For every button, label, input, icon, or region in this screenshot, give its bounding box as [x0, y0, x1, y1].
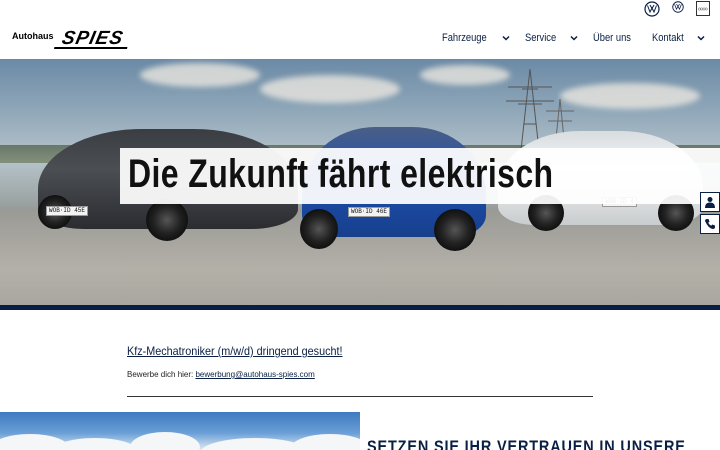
cloud	[260, 75, 400, 103]
logo-big-text: SPIES	[53, 28, 131, 49]
cloud	[50, 438, 140, 450]
section-image	[0, 412, 360, 450]
nav-label: Fahrzeuge	[441, 32, 487, 44]
audi-logo[interactable]	[696, 1, 710, 16]
cloud	[140, 63, 260, 87]
apply-text: Bewerbe dich hier: bewerbung@autohaus-sp…	[127, 370, 315, 379]
chevron-down-icon	[570, 35, 578, 41]
cloud	[420, 65, 510, 85]
nav-label: Kontakt	[651, 32, 684, 44]
site-header: Autohaus SPIES Fahrzeuge Service Über un…	[0, 0, 720, 59]
nav-item-fahrzeuge[interactable]: Fahrzeuge	[442, 32, 512, 44]
cloud	[290, 434, 360, 450]
side-actions	[700, 192, 720, 234]
cloud	[130, 432, 200, 450]
apply-prefix: Bewerbe dich hier:	[127, 370, 196, 379]
brand-logos	[644, 1, 710, 18]
audi-icon	[696, 1, 710, 16]
headline-box: Die Zukunft fährt elektrisch	[120, 148, 720, 204]
cloud	[560, 83, 700, 109]
job-posting-link[interactable]: Kfz-Mechatroniker (m/w/d) dringend gesuc…	[127, 344, 342, 358]
main-nav: Fahrzeuge Service Über uns Kontakt	[442, 32, 706, 44]
vw-logo[interactable]	[644, 1, 660, 17]
vw-icon	[644, 1, 660, 17]
nav-item-kontakt[interactable]: Kontakt	[652, 32, 706, 44]
license-plate: WOB·ID 46E	[348, 207, 391, 217]
phone-button[interactable]	[700, 214, 720, 234]
hero-headline: Die Zukunft fährt elektrisch	[128, 152, 554, 196]
nav-item-service[interactable]: Service	[525, 32, 579, 44]
phone-icon	[705, 219, 715, 229]
nav-label: Über uns	[593, 32, 631, 44]
apply-email-link[interactable]: bewerbung@autohaus-spies.com	[195, 370, 314, 379]
vw-nutzfahrzeuge-icon	[672, 1, 684, 13]
section-heading: SETZEN SIE IHR VERTRAUEN IN UNSERE	[367, 437, 686, 450]
person-icon	[705, 197, 715, 208]
chevron-down-icon	[502, 35, 510, 41]
contact-person-button[interactable]	[700, 192, 720, 212]
hero-bottom-stripe	[0, 305, 720, 310]
logo-small-text: Autohaus	[12, 31, 54, 41]
vw-nutzfahrzeuge-logo[interactable]	[672, 1, 684, 18]
nav-item-ueber-uns[interactable]: Über uns	[593, 32, 638, 44]
autohaus-spies-logo[interactable]: Autohaus SPIES	[12, 28, 131, 49]
license-plate: WOB·ID 45E	[46, 206, 89, 216]
section-divider	[127, 396, 593, 397]
nav-label: Service	[525, 32, 557, 44]
chevron-down-icon	[697, 35, 705, 41]
hero-banner: WOB·ID 45E WOB·ID 46E WOB·ID 4 Die Zukun…	[0, 59, 720, 310]
nutzfahrzeuge-caption	[678, 14, 679, 18]
